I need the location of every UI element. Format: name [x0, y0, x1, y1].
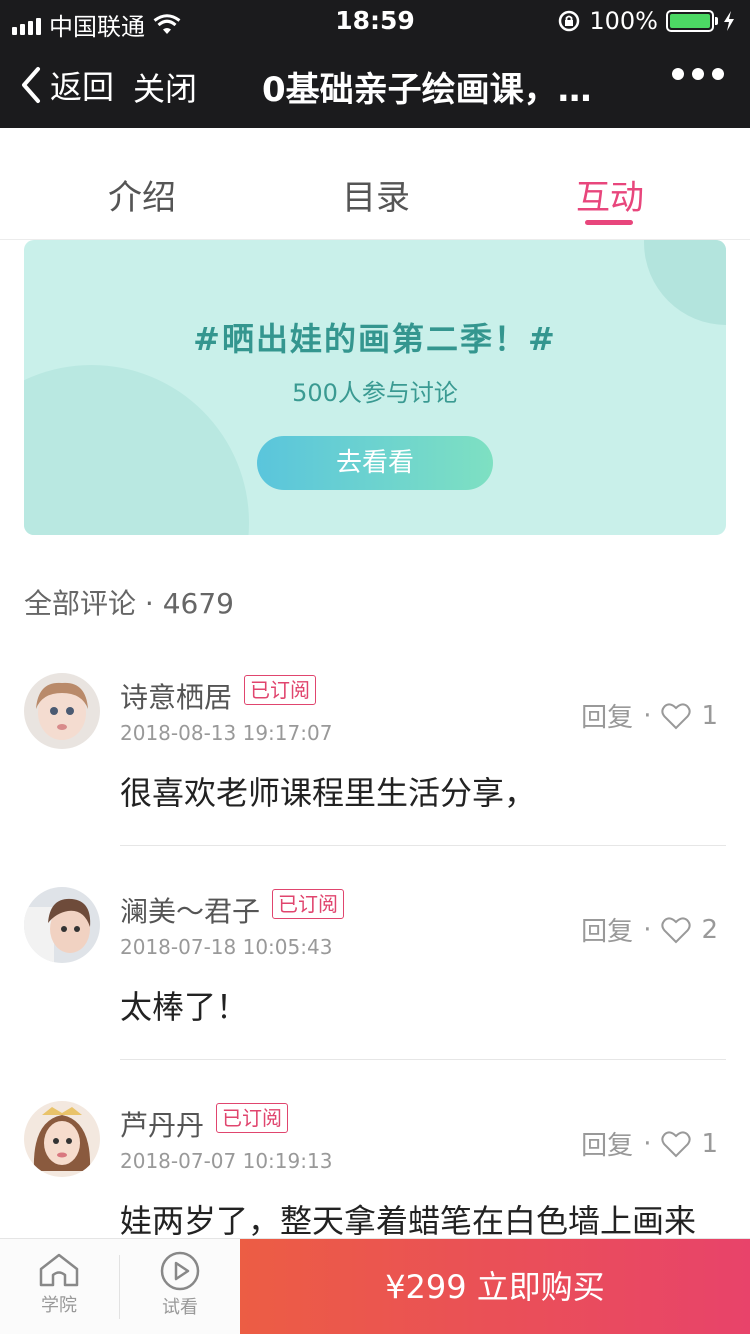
banner-decoration-circle — [644, 240, 726, 325]
tab-catalog[interactable]: 目录 — [342, 170, 410, 219]
like-count: 1 — [701, 700, 718, 731]
tab-intro[interactable]: 介绍 — [108, 170, 176, 219]
heart-icon[interactable] — [661, 1130, 692, 1158]
divider — [120, 845, 726, 846]
page-title: 0基础亲子绘画课，… — [262, 70, 592, 110]
comment-actions: 回复 · 1 — [581, 1125, 718, 1162]
back-button[interactable]: 返回 — [18, 62, 114, 108]
close-button[interactable]: 关闭 — [133, 64, 197, 110]
separator-dot: · — [643, 914, 652, 945]
subscribed-badge: 已订阅 — [216, 1103, 288, 1133]
topic-banner[interactable]: #晒出娃的画第二季！# 500人参与讨论 去看看 — [24, 240, 726, 535]
comment-author[interactable]: 澜美～君子 — [120, 890, 260, 930]
chevron-left-icon — [22, 67, 40, 103]
comment-time: 2018-07-18 10:05:43 — [120, 935, 333, 959]
academy-button[interactable]: 学院 — [19, 1251, 99, 1317]
battery-percent: 100% — [589, 7, 658, 35]
comment-actions: 回复 · 2 — [581, 911, 718, 948]
avatar[interactable] — [24, 887, 100, 963]
active-tab-indicator — [585, 220, 633, 225]
tab-bar: 介绍 目录 互动 — [0, 128, 750, 240]
trial-label: 试看 — [162, 1297, 198, 1318]
avatar[interactable] — [24, 1101, 100, 1177]
bottom-bar: 学院 试看 ¥299 立即购买 — [0, 1238, 750, 1334]
comment-time: 2018-07-07 10:19:13 — [120, 1149, 333, 1173]
like-count: 1 — [701, 1128, 718, 1159]
charging-icon — [724, 11, 734, 31]
comment-text: 太棒了！ — [120, 988, 249, 1026]
separator-dot: · — [643, 700, 652, 731]
comment-text: 很喜欢老师课程里生活分享， — [120, 774, 537, 812]
subscribed-badge: 已订阅 — [272, 889, 344, 919]
more-menu-icon[interactable] — [672, 68, 724, 80]
go-see-button[interactable]: 去看看 — [257, 436, 493, 490]
divider — [120, 1059, 726, 1060]
like-count: 2 — [701, 914, 718, 945]
rotation-lock-icon — [559, 10, 580, 32]
comment-author[interactable]: 诗意栖居 — [120, 676, 232, 716]
nav-bar: 返回 关闭 0基础亲子绘画课，… — [0, 40, 750, 128]
play-icon — [160, 1251, 200, 1291]
avatar[interactable] — [24, 673, 100, 749]
divider — [119, 1255, 120, 1319]
reply-button[interactable]: 回复 — [581, 697, 633, 734]
comment-author[interactable]: 芦丹丹 — [120, 1104, 204, 1144]
buy-now-button[interactable]: ¥299 立即购买 — [240, 1239, 750, 1334]
status-bar: 中国联通 18:59 100% — [0, 0, 750, 41]
separator-dot: · — [643, 1128, 652, 1159]
home-icon — [39, 1253, 79, 1287]
comment-actions: 回复 · 1 — [581, 697, 718, 734]
back-label: 返回 — [50, 68, 115, 106]
comment-text: 娃两岁了，整天拿着蜡笔在白色墙上画来 — [120, 1202, 697, 1240]
battery-icon — [666, 10, 718, 32]
comment-time: 2018-08-13 19:17:07 — [120, 721, 333, 745]
subscribed-badge: 已订阅 — [244, 675, 316, 705]
reply-button[interactable]: 回复 — [581, 911, 633, 948]
status-right: 100% — [557, 7, 736, 35]
heart-icon[interactable] — [661, 916, 692, 944]
reply-button[interactable]: 回复 — [581, 1125, 633, 1162]
banner-title: #晒出娃的画第二季！# — [193, 320, 557, 358]
heart-icon[interactable] — [661, 702, 692, 730]
comments-count: 全部评论 · 4679 — [24, 587, 234, 620]
academy-label: 学院 — [41, 1295, 77, 1316]
tab-interaction[interactable]: 互动 — [576, 170, 644, 219]
trial-watch-button[interactable]: 试看 — [140, 1251, 220, 1319]
banner-subtitle: 500人参与讨论 — [292, 379, 458, 407]
